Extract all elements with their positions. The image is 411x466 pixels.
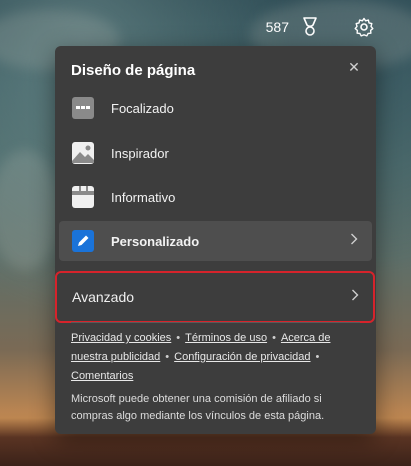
privacy-settings-link[interactable]: Configuración de privacidad [174,351,310,363]
trophy-icon[interactable] [299,16,321,38]
pencil-icon [71,229,95,253]
affiliate-disclaimer: Microsoft puede obtener una comisión de … [71,393,325,422]
layout-option-informational[interactable]: Informativo [59,177,372,217]
option-label: Focalizado [111,100,174,116]
chevron-right-icon [350,232,358,250]
feedback-link[interactable]: Comentarios [71,370,133,382]
option-label: Informativo [111,189,176,205]
separator-dot: • [176,332,181,344]
separator-dot: • [272,332,276,344]
layout-option-custom[interactable]: Personalizado [59,221,372,261]
advanced-settings-button[interactable]: Avanzado [55,271,376,323]
image-icon [71,141,95,165]
background-cloud [0,150,60,270]
separator-dot: • [315,351,320,363]
top-bar: 587 [266,16,375,38]
focused-layout-icon [71,96,95,120]
gear-icon[interactable] [353,16,375,38]
option-label: Personalizado [111,233,200,249]
option-label: Inspirador [111,145,169,161]
layout-option-focused[interactable]: Focalizado [59,88,372,128]
layout-option-inspirational[interactable]: Inspirador [59,133,372,173]
divider [71,322,360,323]
terms-of-use-link[interactable]: Términos de uso [185,332,267,344]
footer-links: Privacidad y cookies • Términos de uso • Ace… [71,329,363,386]
advanced-label: Avanzado [72,289,135,305]
informational-layout-icon [71,185,95,209]
close-icon[interactable]: ✕ [346,59,362,75]
rewards-points[interactable]: 587 [266,19,289,35]
highlight-outline: Avanzado [55,271,375,323]
page-layout-panel: Diseño de página ✕ Focalizado Inspirador [55,46,376,434]
privacy-cookies-link[interactable]: Privacidad y cookies [71,332,171,344]
panel-title: Diseño de página [71,62,196,79]
separator-dot: • [165,351,170,363]
chevron-right-icon [351,288,359,306]
